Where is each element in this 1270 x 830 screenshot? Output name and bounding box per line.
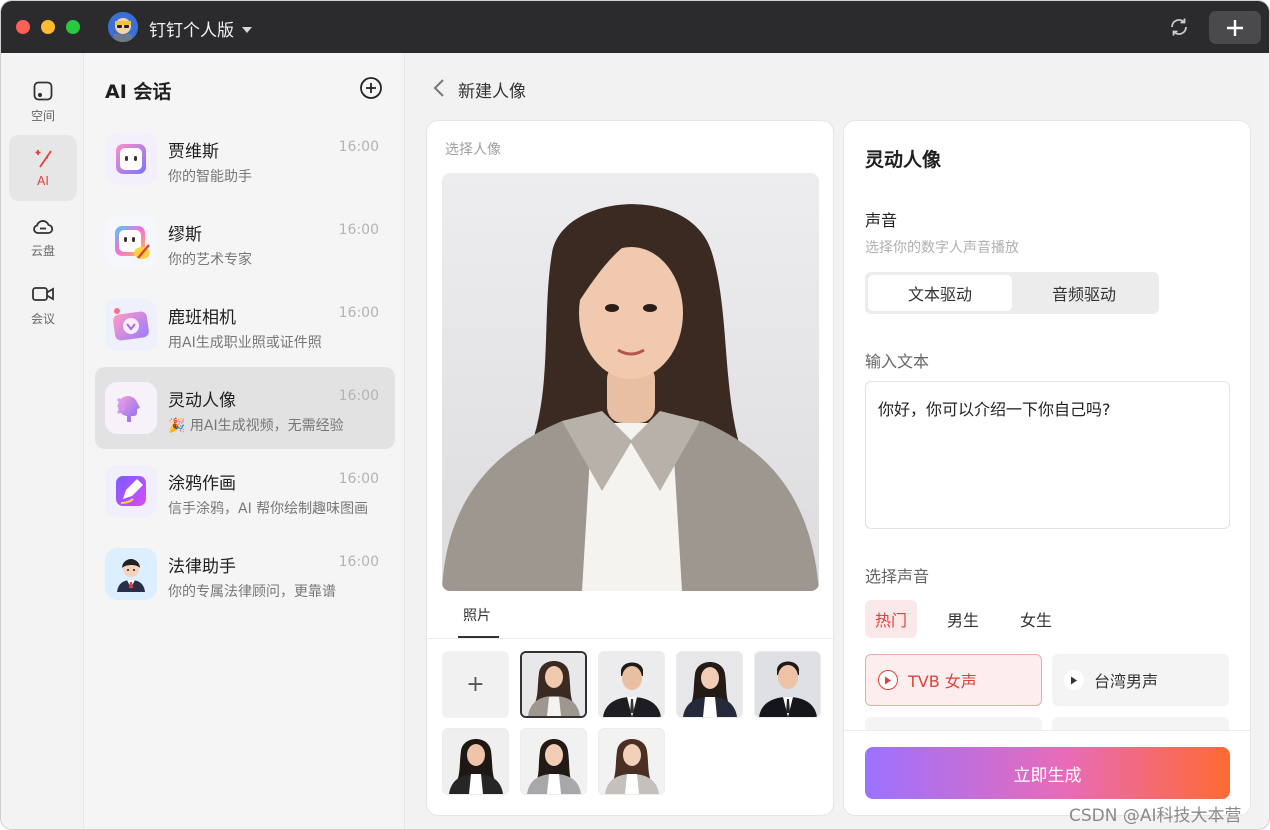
chevron-left-icon	[433, 79, 444, 97]
session-name: 涂鸦作画	[168, 474, 236, 494]
session-time: 16:00	[338, 388, 379, 404]
add-photo-button[interactable]: +	[442, 651, 509, 718]
play-icon[interactable]	[878, 670, 898, 690]
cloud-icon	[33, 220, 54, 234]
back-button[interactable]	[432, 77, 446, 99]
lawyer-avatar-icon	[105, 548, 157, 600]
session-time: 16:00	[338, 222, 379, 238]
settings-card: 灵动人像 声音 选择你的数字人声音播放 文本驱动 音频驱动 输入文本 你好，你可…	[843, 120, 1251, 816]
session-item-doodle[interactable]: 涂鸦作画 16:00 信手涂鸦，AI 帮你绘制趣味图画	[95, 450, 395, 532]
voice-tab-male[interactable]: 男生	[937, 600, 989, 638]
photo-thumb[interactable]	[520, 728, 587, 795]
session-name: 贾维斯	[168, 142, 219, 162]
session-item-portrait[interactable]: 灵动人像 16:00 🎉 用AI生成视频，无需经验	[95, 367, 395, 449]
main-panel: 新建人像 选择人像 照片 + 灵动人像 声音 选择你的数字人声音播放 文本驱动 …	[406, 53, 1269, 829]
session-subtitle: 🎉 用AI生成视频，无需经验	[168, 418, 344, 434]
rail-label-ai: AI	[37, 174, 49, 188]
text-drive-button[interactable]: 文本驱动	[868, 275, 1012, 311]
camera-icon	[105, 299, 157, 351]
account-switcher[interactable]: 钉钉个人版	[149, 16, 252, 41]
voice-option-taiwan-male[interactable]: 台湾男声	[1052, 654, 1229, 706]
session-subtitle: 你的智能助手	[168, 169, 252, 185]
new-chat-button[interactable]	[359, 76, 383, 100]
tab-divider	[427, 638, 833, 639]
voice-tab-hot[interactable]: 热门	[865, 600, 918, 638]
rail-label-cloud: 云盘	[30, 244, 55, 258]
voice-tab-female[interactable]: 女生	[1010, 600, 1062, 638]
portrait-head-icon	[105, 382, 157, 434]
rail-label-space: 空间	[30, 109, 55, 123]
user-avatar-icon[interactable]	[108, 12, 138, 42]
session-list: AI 会话 贾维斯 16:00 你的智能助手 缪斯 16:00 你的艺术专家 鹿…	[85, 53, 405, 829]
session-subtitle: 用AI生成职业照或证件照	[168, 335, 322, 351]
text-input-area[interactable]: 你好，你可以介绍一下你自己吗?	[865, 381, 1230, 529]
select-voice-label: 选择声音	[865, 567, 930, 586]
photo-thumb[interactable]	[598, 651, 665, 718]
maximize-window-button[interactable]	[66, 20, 80, 34]
portrait-picker-card: 选择人像 照片 +	[426, 120, 834, 816]
generate-button[interactable]: 立即生成	[865, 747, 1230, 799]
watermark-text: CSDN @AI科技大本营	[1069, 806, 1242, 826]
session-list-title: AI 会话	[105, 81, 172, 103]
nav-rail: 空间 AI 云盘 会议	[1, 53, 84, 829]
session-subtitle: 信手涂鸦，AI 帮你绘制趣味图画	[168, 501, 369, 517]
photo-thumb[interactable]	[754, 651, 821, 718]
session-item-luban-camera[interactable]: 鹿班相机 16:00 用AI生成职业照或证件照	[95, 284, 395, 366]
space-icon	[33, 81, 53, 101]
session-name: 灵动人像	[168, 391, 236, 411]
session-name: 鹿班相机	[168, 308, 236, 328]
session-item-legal[interactable]: 法律助手 16:00 你的专属法律顾问，更靠谱	[95, 533, 395, 615]
close-window-button[interactable]	[16, 20, 30, 34]
muse-palette-icon	[105, 216, 157, 268]
sync-icon[interactable]	[1168, 16, 1190, 38]
session-time: 16:00	[338, 471, 379, 487]
session-item-jarvis[interactable]: 贾维斯 16:00 你的智能助手	[95, 118, 395, 200]
voice-option-label: 台湾男声	[1094, 672, 1159, 691]
title-bar: 钉钉个人版	[1, 1, 1269, 53]
photo-thumb[interactable]	[520, 651, 587, 718]
rail-label-meeting: 会议	[30, 312, 55, 326]
photo-thumb[interactable]	[442, 728, 509, 795]
voice-section-subtitle: 选择你的数字人声音播放	[865, 240, 1019, 256]
voice-option-label: TVB 女声	[908, 672, 977, 691]
photo-thumb[interactable]	[598, 728, 665, 795]
session-item-muse[interactable]: 缪斯 16:00 你的艺术专家	[95, 201, 395, 283]
input-text-label: 输入文本	[865, 352, 930, 371]
settings-title: 灵动人像	[865, 149, 942, 171]
play-icon[interactable]	[1064, 670, 1084, 690]
voice-option-tvb-female[interactable]: TVB 女声	[865, 654, 1042, 706]
rail-item-meeting[interactable]: 会议	[9, 271, 77, 337]
photo-thumb[interactable]	[676, 651, 743, 718]
plus-icon	[1227, 19, 1243, 36]
video-icon	[32, 287, 54, 301]
magic-wand-icon	[35, 150, 52, 168]
rail-item-cloud[interactable]: 云盘	[9, 203, 77, 269]
select-portrait-label: 选择人像	[445, 142, 501, 158]
selected-portrait-photo	[442, 173, 819, 591]
rail-item-ai[interactable]: AI	[9, 135, 77, 201]
app-title-text: 钉钉个人版	[149, 21, 234, 41]
session-name: 缪斯	[168, 225, 202, 245]
session-name: 法律助手	[168, 557, 236, 577]
rail-item-space[interactable]: 空间	[9, 68, 77, 134]
session-time: 16:00	[338, 554, 379, 570]
page-title: 新建人像	[458, 82, 526, 102]
tab-photos[interactable]: 照片	[463, 605, 491, 625]
drive-mode-toggle: 文本驱动 音频驱动	[865, 272, 1159, 314]
session-subtitle: 你的艺术专家	[168, 252, 252, 268]
app-window: 钉钉个人版 空间 AI 云盘 会议 AI 会话 贾维斯 16:00 你的智能助手…	[0, 0, 1270, 830]
voice-section-title: 声音	[865, 211, 898, 230]
session-subtitle: 你的专属法律顾问，更靠谱	[168, 584, 336, 600]
audio-drive-button[interactable]: 音频驱动	[1012, 275, 1156, 311]
add-circle-icon	[360, 77, 382, 99]
session-time: 16:00	[338, 305, 379, 321]
add-button[interactable]	[1209, 11, 1261, 44]
jarvis-bot-icon	[105, 133, 157, 185]
minimize-window-button[interactable]	[41, 20, 55, 34]
chevron-down-icon	[242, 26, 252, 33]
session-time: 16:00	[338, 139, 379, 155]
doodle-pen-icon	[105, 465, 157, 517]
